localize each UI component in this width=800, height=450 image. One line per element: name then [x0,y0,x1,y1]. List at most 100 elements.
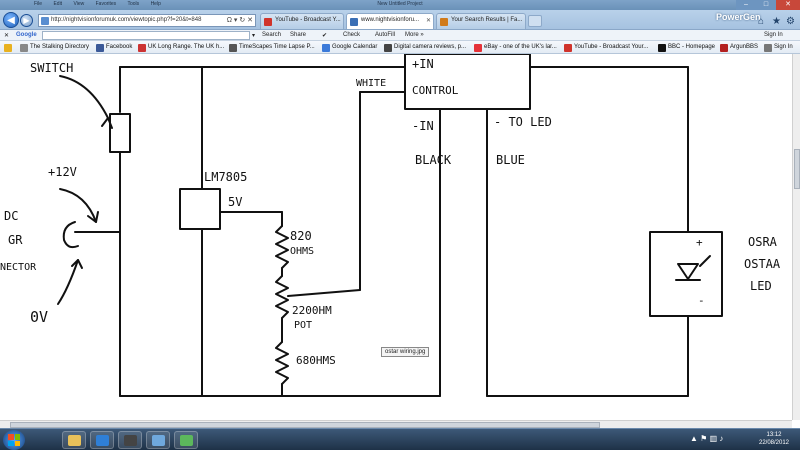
bookmark-icon [764,44,772,52]
flag-icon[interactable]: ⚑ [700,434,707,443]
google-search-input[interactable] [42,31,250,40]
browser-window: File Edit View Favorites Tools Help New … [0,0,800,450]
label-r1-unit: OHMS [290,246,314,257]
taskbar: ▲ ⚑ ▥ ♪ 13:12 22/08/2012 [0,428,800,450]
favorites-star-icon[interactable]: ★ [772,16,781,27]
label-r2: 680HMS [296,354,336,367]
share-button[interactable]: Share [290,32,306,38]
windows-logo-icon [8,434,20,446]
taskbar-internet-explorer[interactable] [90,431,114,449]
vertical-scroll-thumb[interactable] [794,149,800,189]
address-url[interactable]: http://nightvisionforumuk.com/viewtopic.… [51,17,201,23]
toolbar-close-icon[interactable]: ✕ [4,32,9,39]
bookmark-sign-in[interactable]: Sign In [764,44,793,52]
network-icon[interactable]: ▥ [710,434,718,443]
address-bar[interactable]: http://nightvisionforumuk.com/viewtopic.… [38,14,256,27]
check-icon[interactable]: ✔ [322,32,327,39]
label-osram2: OSTAA [744,257,781,271]
bookmark-digital-camera[interactable]: Digital camera reviews, p... [384,44,466,52]
start-button[interactable] [3,430,25,450]
label-r1-value: 820 [290,229,312,243]
autofill-button[interactable]: AutoFill [375,32,395,38]
bookmark-icon [229,44,237,52]
bookmark-icon [138,44,146,52]
media-icon [124,435,137,446]
label-zero-v: 0V [30,308,48,326]
tab-label: www.nightvisionforu... [361,17,420,23]
tab-youtube[interactable]: YouTube - Broadcast Y... [260,13,344,29]
window-title: New Untitled Project [377,1,423,7]
internet-explorer-icon [96,435,109,446]
label-black: BLACK [415,153,452,167]
toolbar-dropdown-icon[interactable]: ▾ [252,32,255,39]
bookmark-google-calendar[interactable]: Google Calendar [322,44,377,52]
clock-time: 13:12 [766,432,782,438]
check-button[interactable]: Check [343,32,360,38]
back-button[interactable]: ◀ [3,12,19,28]
label-minus: - [698,294,705,307]
bookmark-argunbbs[interactable]: ArgunBBS [720,44,758,52]
system-clock[interactable]: 13:12 22/08/2012 [756,431,792,447]
bookmark-youtube[interactable]: YouTube - Broadcast Your... [564,44,648,52]
more-button[interactable]: More » [405,32,424,38]
label-plus-in: +IN [412,57,434,71]
bookmark-uk-long-range[interactable]: UK Long Range. The UK h... [138,44,224,52]
tab-label: Your Search Results | Fa... [451,17,523,23]
page-content: SWITCH +12V DC GR NECTOR 0V LM7805 5V 82… [0,54,792,420]
switch-arrow [59,75,109,119]
calendar-icon [322,44,330,52]
bookmark-bbc[interactable]: BBC - Homepage [658,44,715,52]
new-tab-button[interactable] [528,15,542,27]
google-search-button[interactable]: Search [262,32,281,38]
gear-icon[interactable]: ⚙ [786,16,795,27]
tab-close-icon[interactable]: ✕ [426,17,431,24]
maximize-button[interactable]: □ [756,0,776,10]
folder-icon [68,435,81,446]
label-nector: NECTOR [0,262,37,273]
bookmark-ebay[interactable]: eBay - one of the UK's lar... [474,44,557,52]
label-plus12v: +12V [48,165,77,179]
address-controls[interactable]: Ω ▾ ↻ ✕ [227,16,253,24]
volume-icon[interactable]: ♪ [719,434,723,443]
label-plus: + [696,236,703,249]
label-osram1: OSRA [748,235,778,249]
led-box [649,231,723,317]
bookmark-icon [20,44,28,52]
system-tray[interactable]: ▲ ⚑ ▥ ♪ [690,434,723,443]
ebay-icon [474,44,482,52]
navigation-bar: ◀ ▶ http://nightvisionforumuk.com/viewto… [0,10,800,30]
bookmarks-bar: The Stalking Directory Facebook UK Long … [0,41,800,54]
label-pot-unit: POT [294,320,312,331]
close-button[interactable]: ✕ [776,0,800,10]
page-icon [41,17,49,25]
taskbar-app[interactable] [174,431,198,449]
tab-nightvision[interactable]: www.nightvisionforu... ✕ [346,13,434,29]
wire-wiper [287,289,361,297]
zero-v-arrow [57,259,79,305]
tab-search-results[interactable]: Your Search Results | Fa... [436,13,526,29]
switch-symbol [109,113,131,153]
show-hidden-icon[interactable]: ▲ [690,434,698,443]
bbc-icon [658,44,666,52]
label-led: LED [750,279,772,293]
wiring-diagram-image[interactable]: SWITCH +12V DC GR NECTOR 0V LM7805 5V 82… [0,54,792,420]
bookmark-facebook[interactable]: Facebook [96,44,132,52]
minimize-button[interactable]: – [736,0,756,10]
home-icon[interactable]: ⌂ [758,16,764,27]
label-blue: BLUE [496,153,525,167]
label-regulator: LM7805 [204,170,247,184]
youtube-icon [564,44,572,52]
taskbar-explorer[interactable] [62,431,86,449]
label-pot-value: 2200HM [292,304,332,317]
taskbar-media-center[interactable] [118,431,142,449]
taskbar-itunes[interactable] [146,431,170,449]
bookmark-stalking-directory[interactable]: The Stalking Directory [20,44,89,52]
resistor-820 [275,225,289,269]
image-tooltip: ostar wiring.jpg [381,347,430,357]
google-signin-link[interactable]: Sign In [764,32,783,38]
forward-button[interactable]: ▶ [20,14,33,27]
vertical-scrollbar[interactable] [792,54,800,420]
bookmark-timescapes[interactable]: TimeScapes Time Lapse P... [229,44,315,52]
horizontal-scrollbar[interactable] [0,420,792,428]
potentiometer [275,275,289,319]
